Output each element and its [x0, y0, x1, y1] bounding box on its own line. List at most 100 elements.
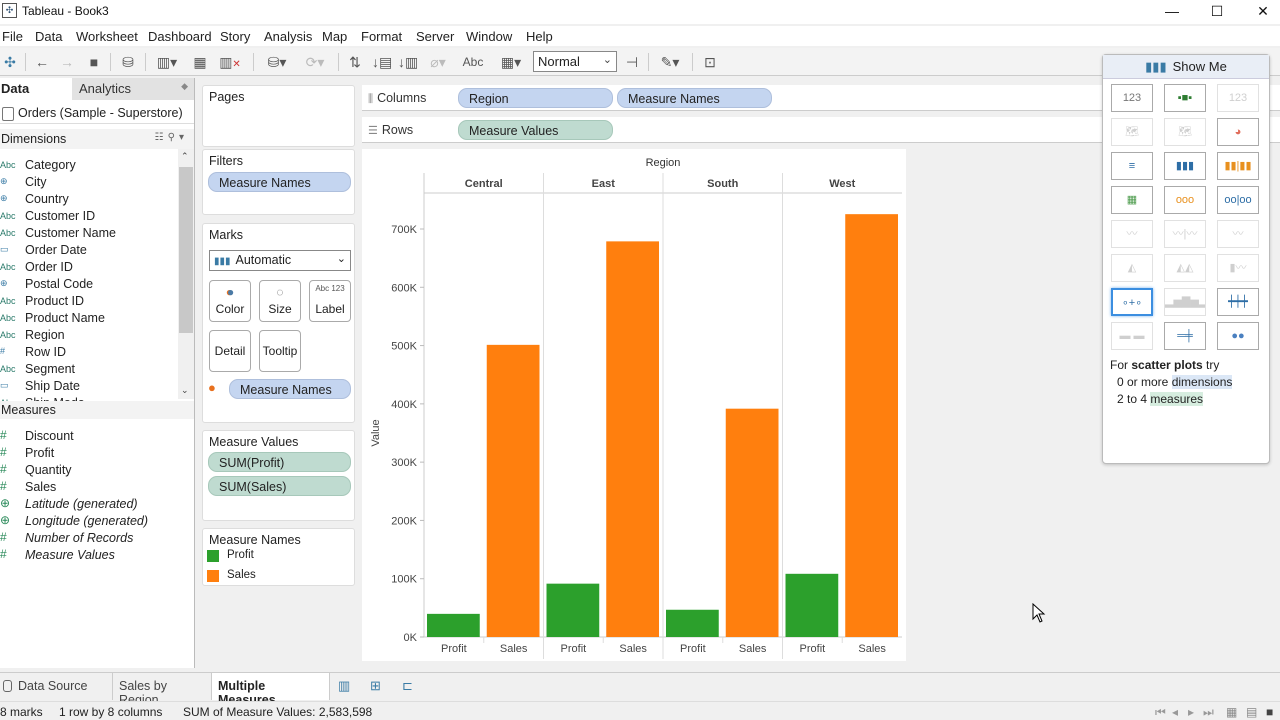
tableau-home-icon[interactable]: ✣ [0, 52, 20, 72]
measure-field[interactable]: # Profit [0, 445, 178, 462]
dimension-field[interactable]: Abc Order ID [0, 259, 178, 276]
dimension-field[interactable]: Abc Customer ID [0, 208, 178, 225]
menu-file[interactable]: File [2, 26, 23, 44]
maximize-button[interactable]: ☐ [1202, 2, 1232, 22]
dimension-field[interactable]: Abc Customer Name [0, 225, 178, 242]
show-me-pie-chart-icon[interactable]: ◕ [1217, 118, 1259, 146]
sort-descending-icon[interactable]: ↓▥ [398, 52, 418, 72]
show-me-treemap-icon[interactable]: ▦ [1111, 186, 1153, 214]
color-pill-measure-names[interactable]: Measure Names [229, 379, 351, 399]
dimension-field[interactable]: ⊕ Country [0, 191, 178, 208]
menu-format[interactable]: Format [361, 26, 402, 44]
color-button[interactable]: ●● Color [209, 280, 251, 322]
tabs-view-icon[interactable]: ■ [1266, 705, 1273, 719]
minimize-button[interactable]: — [1157, 2, 1187, 22]
new-worksheet-icon[interactable]: ▥ [338, 678, 350, 694]
duplicate-sheet-icon[interactable]: ▦ [190, 52, 210, 72]
refresh-icon[interactable]: ⟳▾ [300, 52, 330, 72]
mark-type-dropdown[interactable]: ▮▮▮ Automatic ⌄ [209, 250, 351, 271]
prev-page-icon[interactable]: ◂ [1172, 705, 1178, 719]
menu-analysis[interactable]: Analysis [264, 26, 312, 44]
measure-field[interactable]: # Quantity [0, 462, 178, 479]
new-dashboard-icon[interactable]: ⊞ [370, 678, 381, 694]
dimensions-scrollbar[interactable]: ⌃ ⌄ [178, 149, 194, 399]
redo-icon[interactable]: → [57, 52, 77, 72]
dimension-field[interactable]: Abc Product Name [0, 310, 178, 327]
show-me-scatter-plot-icon[interactable]: ∘+∘ [1111, 288, 1153, 316]
column-pill-region[interactable]: Region [458, 88, 613, 108]
tab-sales-by-region[interactable]: Sales by Region [113, 673, 212, 707]
dimension-field[interactable]: # Row ID [0, 344, 178, 361]
chevron-down-icon[interactable]: ▾ [179, 132, 188, 143]
row-pill-measure-values[interactable]: Measure Values [458, 120, 613, 140]
undo-icon[interactable]: ← [32, 52, 52, 72]
measure-field[interactable]: # Discount [0, 428, 178, 445]
menu-story[interactable]: Story [220, 26, 250, 44]
tab-analytics[interactable]: Analytics ◆ [72, 78, 194, 100]
menu-map[interactable]: Map [322, 26, 347, 44]
save-icon[interactable]: ■ [84, 52, 104, 72]
show-me-stacked-bars-icon[interactable]: ▮▮▮ [1164, 152, 1206, 180]
swap-rows-columns-icon[interactable]: ⇅ [345, 52, 365, 72]
dimension-field[interactable]: ▭ Order Date [0, 242, 178, 259]
show-me-box-and-whisker-icon[interactable]: ┿┿┿ [1217, 288, 1259, 316]
next-page-icon[interactable]: ▸ [1188, 705, 1194, 719]
dimension-field[interactable]: ⊕ City [0, 174, 178, 191]
column-pill-measure-names[interactable]: Measure Names [617, 88, 772, 108]
sheet-sorter-icon[interactable]: ▦ [1226, 705, 1237, 719]
view-cards-icon[interactable]: ▦▾ [495, 52, 527, 72]
presentation-mode-icon[interactable]: ⊡ [700, 52, 720, 72]
dimension-field[interactable]: Abc Product ID [0, 293, 178, 310]
fit-dropdown[interactable]: Normal ⌄ [533, 51, 617, 72]
measure-field[interactable]: # Sales [0, 479, 178, 496]
first-page-icon[interactable]: ⏮ [1155, 705, 1166, 720]
tab-multiple-measures[interactable]: Multiple Measures [212, 673, 330, 707]
menu-data[interactable]: Data [35, 26, 62, 44]
pause-updates-icon[interactable]: ⛁▾ [262, 52, 292, 72]
filter-pill-measure-names[interactable]: Measure Names [208, 172, 351, 192]
show-me-heat-map-icon[interactable]: ▪■▪ [1164, 84, 1206, 112]
pane-resize-icon[interactable]: ◆ [181, 81, 188, 92]
detail-button[interactable]: Detail [209, 330, 251, 372]
datasource-item[interactable]: Orders (Sample - Superstore) [0, 102, 194, 124]
label-button[interactable]: Abc 123 Label [309, 280, 351, 322]
show-me-circle-views-icon[interactable]: ooo [1164, 186, 1206, 214]
show-me-horizontal-bars-icon[interactable]: ≡ [1111, 152, 1153, 180]
legend-swatch-sales[interactable] [207, 570, 219, 582]
dimension-field[interactable]: ▭ Ship Date [0, 378, 178, 395]
show-me-side-by-side-bars-icon[interactable]: ▮▮|▮▮ [1217, 152, 1259, 180]
scrollbar-thumb[interactable] [179, 167, 193, 333]
menu-help[interactable]: Help [526, 26, 553, 44]
show-me-text-table-icon[interactable]: 123 [1111, 84, 1153, 112]
sort-ascending-icon[interactable]: ↓▤ [372, 52, 392, 72]
close-button[interactable]: ✕ [1248, 2, 1278, 22]
measure-pill-sum-profit[interactable]: SUM(Profit) [208, 452, 351, 472]
group-members-icon[interactable]: ⌀▾ [423, 52, 453, 72]
new-worksheet-icon[interactable]: ▥▾ [152, 52, 182, 72]
legend-label-sales[interactable]: Sales [227, 569, 256, 581]
new-datasource-icon[interactable]: ⛁ [118, 52, 138, 72]
measure-field[interactable]: # Measure Values [0, 547, 178, 564]
highlight-icon[interactable]: ✎▾ [655, 52, 685, 72]
search-icon[interactable]: ⚲ [168, 132, 179, 143]
measure-pill-sum-sales[interactable]: SUM(Sales) [208, 476, 351, 496]
menu-server[interactable]: Server [416, 26, 454, 44]
view-list-icon[interactable]: ☷ [155, 132, 168, 143]
fix-axes-icon[interactable]: ⊣ [622, 52, 642, 72]
clear-sheet-icon[interactable]: ▥✕ [215, 52, 245, 72]
new-story-icon[interactable]: ⊏ [402, 678, 413, 694]
menu-dashboard[interactable]: Dashboard [148, 26, 212, 44]
measure-field[interactable]: # Number of Records [0, 530, 178, 547]
legend-swatch-profit[interactable] [207, 550, 219, 562]
size-button[interactable]: ◌ Size [259, 280, 301, 322]
show-me-packed-bubbles-icon[interactable]: ●● [1217, 322, 1259, 350]
show-me-side-by-side-circles-icon[interactable]: oo|oo [1217, 186, 1259, 214]
legend-label-profit[interactable]: Profit [227, 549, 254, 561]
measure-field[interactable]: ⊕ Latitude (generated) [0, 496, 178, 513]
menu-window[interactable]: Window [466, 26, 512, 44]
dimension-field[interactable]: Abc Segment [0, 361, 178, 378]
tooltip-button[interactable]: Tooltip [259, 330, 301, 372]
scroll-down-icon[interactable]: ⌄ [181, 385, 189, 396]
show-mark-labels-button[interactable]: Abc [460, 52, 486, 72]
last-page-icon[interactable]: ⏭ [1203, 705, 1214, 720]
